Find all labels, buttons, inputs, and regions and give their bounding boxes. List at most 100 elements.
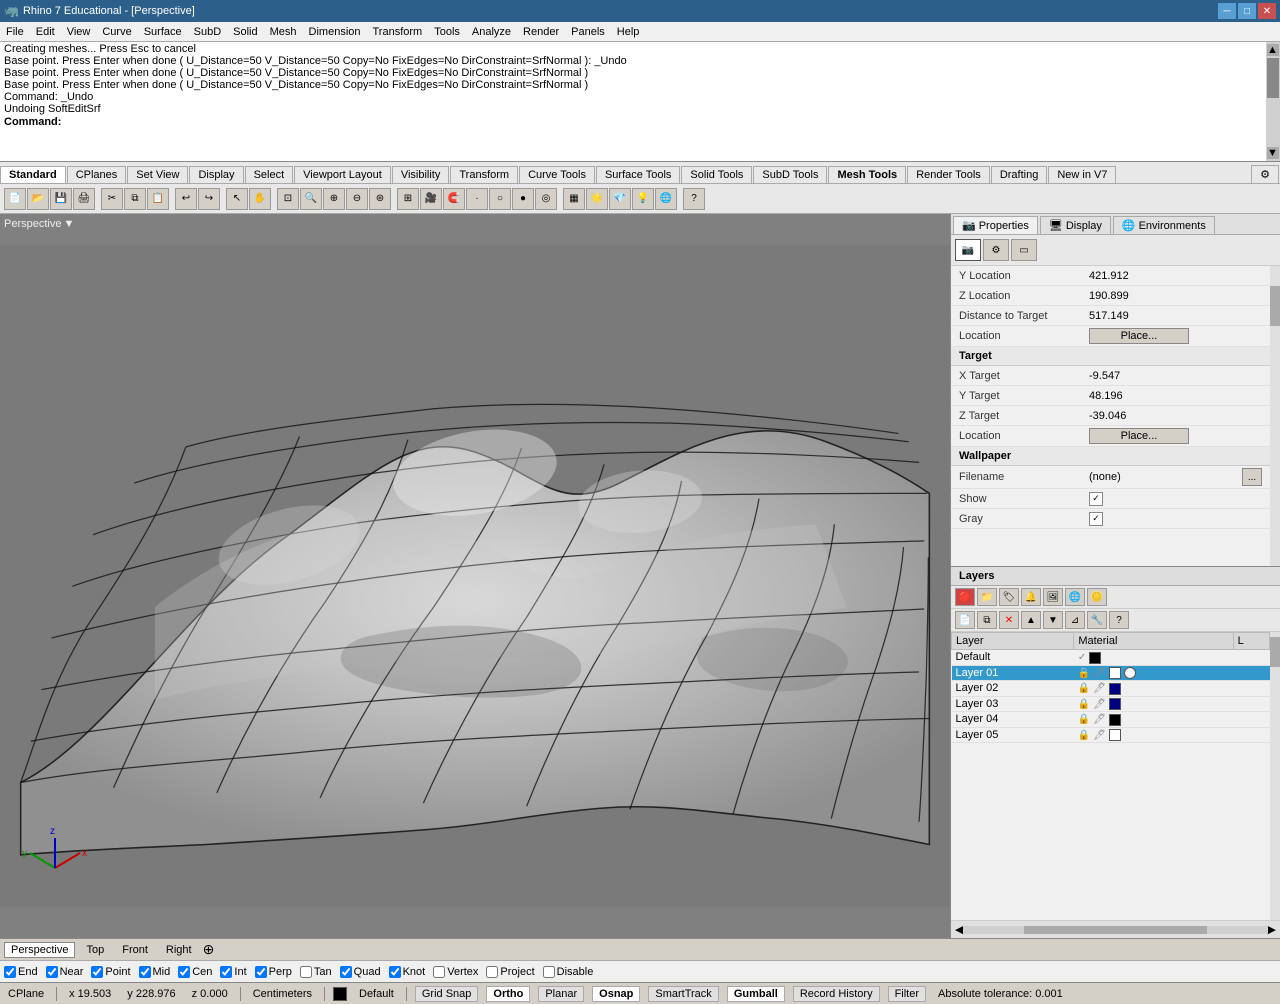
tb-cam[interactable]: 🎥 bbox=[420, 188, 442, 210]
status-grid-snap[interactable]: Grid Snap bbox=[415, 986, 479, 1002]
osnap-end-checkbox[interactable] bbox=[4, 966, 16, 978]
tab-display[interactable]: Display bbox=[189, 166, 243, 183]
layer-row-05[interactable]: Layer 05 🔒🖊 bbox=[952, 727, 1270, 743]
cmd-input[interactable] bbox=[61, 115, 1262, 129]
filename-browse-button[interactable]: ... bbox=[1242, 468, 1262, 486]
layer-tb-delete[interactable]: ✕ bbox=[999, 611, 1019, 629]
status-record-history[interactable]: Record History bbox=[793, 986, 880, 1002]
tb-light[interactable]: 💡 bbox=[632, 188, 654, 210]
status-filter[interactable]: Filter bbox=[888, 986, 926, 1002]
tab-cplanes[interactable]: CPlanes bbox=[67, 166, 127, 183]
tb-print[interactable]: 🖨 bbox=[73, 188, 95, 210]
view-icon-camera[interactable]: 📷 bbox=[955, 239, 981, 261]
osnap-perp-checkbox[interactable] bbox=[255, 966, 267, 978]
tb-pan[interactable]: ✋ bbox=[249, 188, 271, 210]
status-smarttrack[interactable]: SmartTrack bbox=[648, 986, 718, 1002]
layer-tb-image[interactable]: 🖼 bbox=[1043, 588, 1063, 606]
osnap-disable-checkbox[interactable] bbox=[543, 966, 555, 978]
menu-file[interactable]: File bbox=[0, 26, 30, 38]
viewport-container[interactable]: Perspective ▼ bbox=[0, 214, 950, 938]
tab-surface-tools[interactable]: Surface Tools bbox=[596, 166, 680, 183]
tab-visibility[interactable]: Visibility bbox=[392, 166, 450, 183]
menu-mesh[interactable]: Mesh bbox=[264, 26, 303, 38]
tb-copy[interactable]: ⧉ bbox=[124, 188, 146, 210]
layer-tb-new[interactable]: 📄 bbox=[955, 611, 975, 629]
osnap-near-checkbox[interactable] bbox=[46, 966, 58, 978]
gray-checkbox[interactable]: ✓ bbox=[1089, 512, 1103, 526]
menu-transform[interactable]: Transform bbox=[367, 26, 429, 38]
tb-zoom-selected[interactable]: ⊛ bbox=[369, 188, 391, 210]
menu-edit[interactable]: Edit bbox=[30, 26, 61, 38]
layer-row-03[interactable]: Layer 03 🔒🖊 bbox=[952, 696, 1270, 712]
tab-new-v7[interactable]: New in V7 bbox=[1048, 166, 1116, 183]
tb-cut[interactable]: ✂ bbox=[101, 188, 123, 210]
tb-new[interactable]: 📄 bbox=[4, 188, 26, 210]
layer-row-02[interactable]: Layer 02 🔒🖊 bbox=[952, 681, 1270, 697]
layer-tb-down[interactable]: ▼ bbox=[1043, 611, 1063, 629]
layer-tb-up[interactable]: ▲ bbox=[1021, 611, 1041, 629]
tab-setview[interactable]: Set View bbox=[127, 166, 188, 183]
layer-tb-bell[interactable]: 🔔 bbox=[1021, 588, 1041, 606]
tb-points[interactable]: · bbox=[466, 188, 488, 210]
tb-mat[interactable]: 💎 bbox=[609, 188, 631, 210]
tb-save[interactable]: 💾 bbox=[50, 188, 72, 210]
cmd-scroll-up[interactable]: ▲ bbox=[1267, 44, 1279, 56]
layer-tb-color[interactable]: 🔴 bbox=[955, 588, 975, 606]
layer-row-default[interactable]: Default ✓ bbox=[952, 650, 1270, 666]
tab-drafting[interactable]: Drafting bbox=[991, 166, 1048, 183]
tab-subd-tools[interactable]: SubD Tools bbox=[753, 166, 827, 183]
status-ortho[interactable]: Ortho bbox=[486, 986, 530, 1002]
osnap-point-checkbox[interactable] bbox=[91, 966, 103, 978]
tab-transform[interactable]: Transform bbox=[450, 166, 518, 183]
tb-snap[interactable]: 🧲 bbox=[443, 188, 465, 210]
menu-dimension[interactable]: Dimension bbox=[303, 26, 367, 38]
tb-zoom-in[interactable]: ⊕ bbox=[323, 188, 345, 210]
view-icon-settings[interactable]: ⚙ bbox=[983, 239, 1009, 261]
vp-tab-perspective[interactable]: Perspective bbox=[4, 942, 75, 958]
menu-tools[interactable]: Tools bbox=[428, 26, 466, 38]
tb-env[interactable]: 🌐 bbox=[655, 188, 677, 210]
cmd-scroll-down[interactable]: ▼ bbox=[1267, 147, 1279, 159]
osnap-project-checkbox[interactable] bbox=[486, 966, 498, 978]
layer-tb-coin[interactable]: 🪙 bbox=[1087, 588, 1107, 606]
tab-environments[interactable]: 🌐 Environments bbox=[1113, 216, 1215, 234]
menu-subd[interactable]: SubD bbox=[188, 26, 228, 38]
tab-properties[interactable]: 📷 Properties bbox=[953, 216, 1038, 234]
minimize-button[interactable]: ─ bbox=[1218, 3, 1236, 19]
tb-torus[interactable]: ◎ bbox=[535, 188, 557, 210]
tb-mesh[interactable]: ▦ bbox=[563, 188, 585, 210]
tb-open[interactable]: 📂 bbox=[27, 188, 49, 210]
tab-curve-tools[interactable]: Curve Tools bbox=[519, 166, 595, 183]
tab-solid-tools[interactable]: Solid Tools bbox=[681, 166, 752, 183]
status-osnap[interactable]: Osnap bbox=[592, 986, 640, 1002]
osnap-knot-checkbox[interactable] bbox=[389, 966, 401, 978]
menu-surface[interactable]: Surface bbox=[138, 26, 188, 38]
tb-help[interactable]: ? bbox=[683, 188, 705, 210]
layer-tb-folder[interactable]: 📁 bbox=[977, 588, 997, 606]
tab-display[interactable]: 🖥 Display bbox=[1040, 216, 1111, 234]
osnap-int-checkbox[interactable] bbox=[220, 966, 232, 978]
menu-view[interactable]: View bbox=[61, 26, 97, 38]
layers-scrollbar[interactable] bbox=[1270, 632, 1280, 920]
layer-tb-copy[interactable]: ⧉ bbox=[977, 611, 997, 629]
tb-paste[interactable]: 📋 bbox=[147, 188, 169, 210]
osnap-quad-checkbox[interactable] bbox=[340, 966, 352, 978]
menu-analyze[interactable]: Analyze bbox=[466, 26, 517, 38]
layer-tb-help[interactable]: ? bbox=[1109, 611, 1129, 629]
osnap-tan-checkbox[interactable] bbox=[300, 966, 312, 978]
menu-panels[interactable]: Panels bbox=[565, 26, 611, 38]
tb-render[interactable]: 🌟 bbox=[586, 188, 608, 210]
osnap-mid-checkbox[interactable] bbox=[139, 966, 151, 978]
layer-row-01[interactable]: Layer 01 🔒🖊 bbox=[952, 665, 1270, 681]
menu-render[interactable]: Render bbox=[517, 26, 565, 38]
vp-tab-add-icon[interactable]: ⊕ bbox=[203, 941, 215, 958]
vp-tab-front[interactable]: Front bbox=[115, 942, 155, 958]
maximize-button[interactable]: □ bbox=[1238, 3, 1256, 19]
layer-row-04[interactable]: Layer 04 🔒🖊 bbox=[952, 712, 1270, 728]
tab-viewport-layout[interactable]: Viewport Layout bbox=[294, 166, 391, 183]
tab-mesh-tools[interactable]: Mesh Tools bbox=[828, 166, 906, 183]
tb-sphere[interactable]: ● bbox=[512, 188, 534, 210]
vp-tab-right[interactable]: Right bbox=[159, 942, 199, 958]
layers-scroll-right[interactable]: ▶ bbox=[1268, 923, 1276, 936]
menu-curve[interactable]: Curve bbox=[96, 26, 137, 38]
